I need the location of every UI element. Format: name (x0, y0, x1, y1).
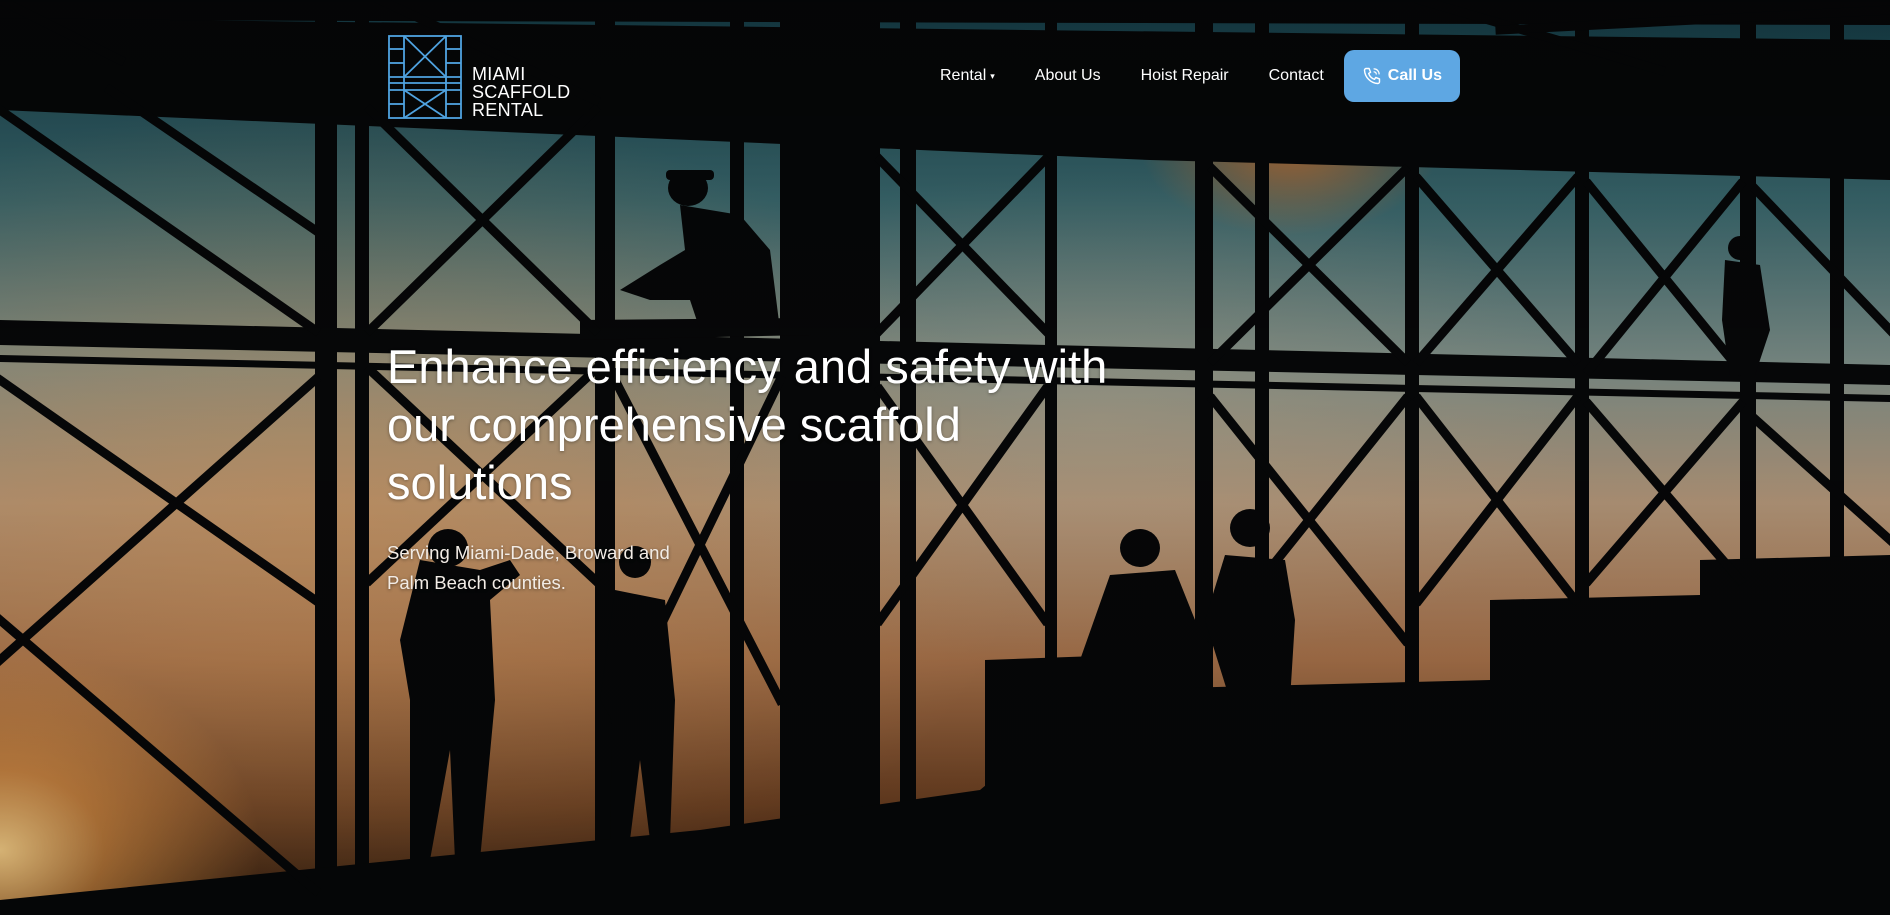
brand-line-2: SCAFFOLD (472, 82, 571, 102)
caret-down-icon: ▾ (990, 71, 995, 81)
brand-wordmark: MIAMI SCAFFOLD RENTAL (472, 65, 570, 119)
brand-logo[interactable]: MIAMI SCAFFOLD RENTAL (388, 35, 570, 119)
hero-headline: Enhance efficiency and safety with our c… (387, 340, 1108, 509)
call-us-label: Call Us (1387, 67, 1443, 84)
call-us-button[interactable]: Call Us (1343, 50, 1461, 102)
nav-item-rental[interactable]: Rental ▾ (940, 67, 995, 85)
nav-item-about-us[interactable]: About Us (1035, 67, 1101, 85)
nav-label-rental: Rental (940, 67, 987, 84)
scaffold-frame-icon (388, 35, 462, 119)
hero-subhead: Serving Miami-Dade, Broward and Palm Bea… (387, 542, 670, 593)
nav-item-contact[interactable]: Contact (1269, 67, 1324, 85)
main-nav: Rental ▾ About Us Hoist Repair Contact C… (940, 50, 1461, 102)
brand-line-3: RENTAL (472, 100, 544, 120)
nav-label-contact: Contact (1268, 67, 1324, 84)
brand-line-1: MIAMI (472, 64, 526, 84)
nav-label-about-us: About Us (1034, 67, 1101, 84)
phone-icon (1363, 67, 1380, 85)
nav-label-hoist-repair: Hoist Repair (1140, 67, 1229, 84)
nav-item-hoist-repair[interactable]: Hoist Repair (1141, 67, 1229, 85)
